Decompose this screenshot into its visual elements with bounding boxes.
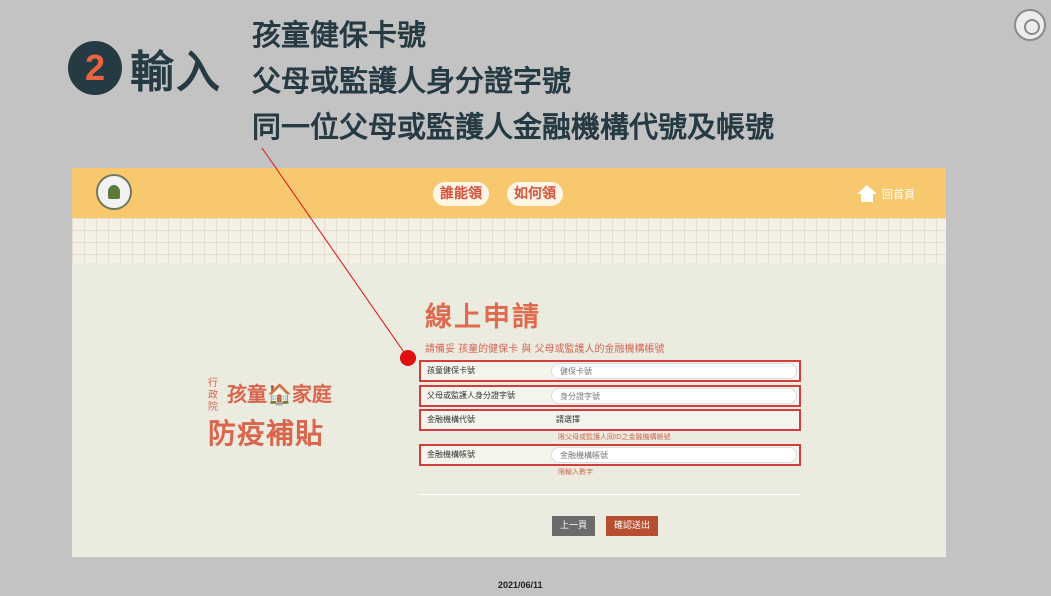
annotation-marker-dot (400, 350, 416, 366)
home-link[interactable]: 回首頁 (857, 184, 915, 204)
field-label-bank-code: 金融機構代號 (427, 415, 475, 424)
field-row-parent-id: 父母或監護人身分證字號 (419, 385, 801, 407)
field-label-parent-id: 父母或監護人身分證字號 (427, 391, 515, 400)
brand-agency: 行政院 (208, 378, 218, 413)
nav-how-to-apply[interactable]: 如何領 (507, 182, 563, 206)
nav-who-can-apply[interactable]: 誰能領 (433, 182, 489, 206)
field-label-insurance-card: 孩童健保卡號 (427, 366, 475, 375)
slide-date: 2021/06/11 (498, 580, 543, 590)
brand-line-1: 孩童🏠家庭 (227, 382, 332, 406)
step-item-bank-account: 同一位父母或監護人金融機構代號及帳號 (252, 110, 775, 144)
bank-code-note: 限父母或監護人同ID之金融機構帳號 (558, 433, 671, 441)
field-row-bank-account: 金融機構帳號 (419, 444, 801, 466)
field-row-insurance-card: 孩童健保卡號 (419, 360, 801, 382)
ministry-logo-icon[interactable] (96, 174, 132, 210)
bank-account-note: 限輸入數字 (558, 468, 593, 476)
step-title: 輸入 (130, 47, 222, 98)
slide-header: 2 輸入 孩童健保卡號 父母或監護人身分證字號 同一位父母或監護人金融機構代號及… (0, 0, 1051, 150)
site-header: 誰能領 如何領 回首頁 (72, 168, 946, 218)
bank-code-select[interactable]: 請選擇 (556, 414, 580, 425)
form-divider (419, 494, 801, 495)
step-item-parent-id: 父母或監護人身分證字號 (252, 64, 572, 98)
program-brand: 行政院 孩童🏠家庭 防疫補貼 (208, 378, 358, 458)
submit-button[interactable]: 確認送出 (606, 516, 659, 536)
ministry-seal-icon (1014, 9, 1046, 41)
form-title: 線上申請 (425, 302, 541, 333)
bank-account-input[interactable] (551, 447, 797, 463)
field-label-bank-account: 金融機構帳號 (427, 450, 475, 459)
home-link-label: 回首頁 (882, 188, 915, 201)
previous-page-button[interactable]: 上一頁 (552, 516, 596, 536)
field-row-bank-code: 金融機構代號 請選擇 (419, 409, 801, 431)
decorative-grid-band (72, 218, 946, 263)
home-icon (857, 185, 877, 203)
website-screenshot: 誰能領 如何領 回首頁 行政院 孩童🏠家庭 防疫補貼 線上申請 請備妥 孩童的健… (72, 168, 946, 557)
brand-line-2: 防疫補貼 (208, 417, 325, 450)
insurance-card-input[interactable] (551, 363, 797, 379)
step-number-badge: 2 (68, 41, 122, 95)
step-item-insurance: 孩童健保卡號 (252, 18, 427, 52)
parent-id-input[interactable] (551, 388, 797, 404)
form-hint: 請備妥 孩童的健保卡 與 父母或監護人的金融機構帳號 (425, 344, 665, 355)
